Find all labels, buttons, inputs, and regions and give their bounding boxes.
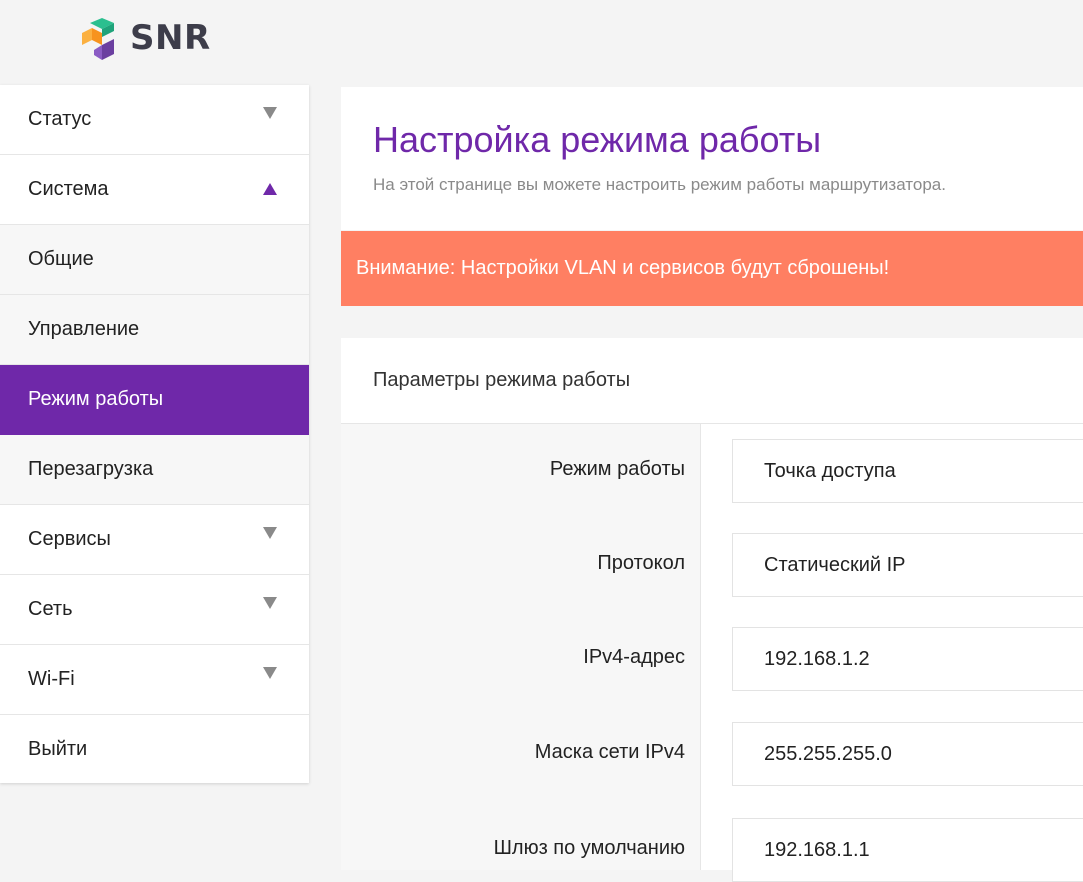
sidebar-item-label: Общие: [28, 248, 94, 270]
sidebar-item-label: Статус: [28, 108, 92, 130]
sidebar-item-operation-mode[interactable]: Режим работы: [0, 365, 309, 435]
sidebar-item-wifi[interactable]: Wi-Fi: [0, 645, 309, 715]
sidebar-item-status[interactable]: Статус: [0, 85, 309, 155]
sidebar-item-label: Сервисы: [28, 528, 111, 550]
chevron-down-icon: [263, 667, 277, 679]
chevron-down-icon: [263, 597, 277, 609]
sidebar-item-label: Система: [28, 178, 109, 200]
sidebar-item-system[interactable]: Система: [0, 155, 309, 225]
default-gateway-input[interactable]: 192.168.1.1: [732, 818, 1083, 882]
operation-mode-select[interactable]: Точка доступа: [732, 439, 1083, 503]
chevron-down-icon: [263, 107, 277, 119]
default-gateway-label: Шлюз по умолчанию: [493, 837, 685, 859]
ipv4-address-input[interactable]: 192.168.1.2: [732, 627, 1083, 691]
sidebar-item-services[interactable]: Сервисы: [0, 505, 309, 575]
sidebar-item-label: Режим работы: [28, 388, 164, 410]
operation-mode-form: Параметры режима работы Режим работы Точ…: [341, 338, 1083, 882]
sidebar-item-reboot[interactable]: Перезагрузка: [0, 435, 309, 505]
header: SNR: [0, 0, 1083, 84]
snr-logo-icon: [82, 18, 114, 60]
chevron-up-icon: [263, 183, 277, 195]
snr-logo[interactable]: SNR: [80, 14, 211, 62]
sidebar-item-general[interactable]: Общие: [0, 225, 309, 295]
ipv4-netmask-input[interactable]: 255.255.255.0: [732, 722, 1083, 786]
brand-name: SNR: [130, 18, 211, 58]
protocol-label: Протокол: [597, 552, 685, 574]
warning-alert: Внимание: Настройки VLAN и сервисов буду…: [341, 231, 1083, 306]
sidebar-item-label: Управление: [28, 318, 140, 340]
sidebar-nav: Статус Система Общие Управление Режим ра…: [0, 85, 309, 783]
protocol-select[interactable]: Статический IP: [732, 533, 1083, 597]
ipv4-address-label: IPv4-адрес: [583, 646, 685, 668]
form-body: Режим работы Точка доступа Протокол Стат…: [341, 424, 1083, 882]
page-title: Настройка режима работы: [373, 119, 822, 160]
sidebar-item-label: Выйти: [28, 737, 88, 760]
sidebar-item-label: Перезагрузка: [28, 458, 154, 480]
sidebar-item-label: Wi-Fi: [28, 668, 75, 690]
operation-mode-label: Режим работы: [549, 458, 685, 480]
sidebar-item-network[interactable]: Сеть: [0, 575, 309, 645]
sidebar-item-management[interactable]: Управление: [0, 295, 309, 365]
sidebar-item-logout[interactable]: Выйти: [0, 715, 309, 783]
form-section-title: Параметры режима работы: [341, 338, 1083, 424]
sidebar-item-label: Сеть: [28, 598, 73, 620]
ipv4-netmask-label: Маска сети IPv4: [534, 741, 685, 763]
chevron-down-icon: [263, 527, 277, 539]
page-subtitle: На этой странице вы можете настроить реж…: [373, 175, 946, 194]
page-header-card: Настройка режима работы На этой странице…: [341, 87, 1083, 230]
